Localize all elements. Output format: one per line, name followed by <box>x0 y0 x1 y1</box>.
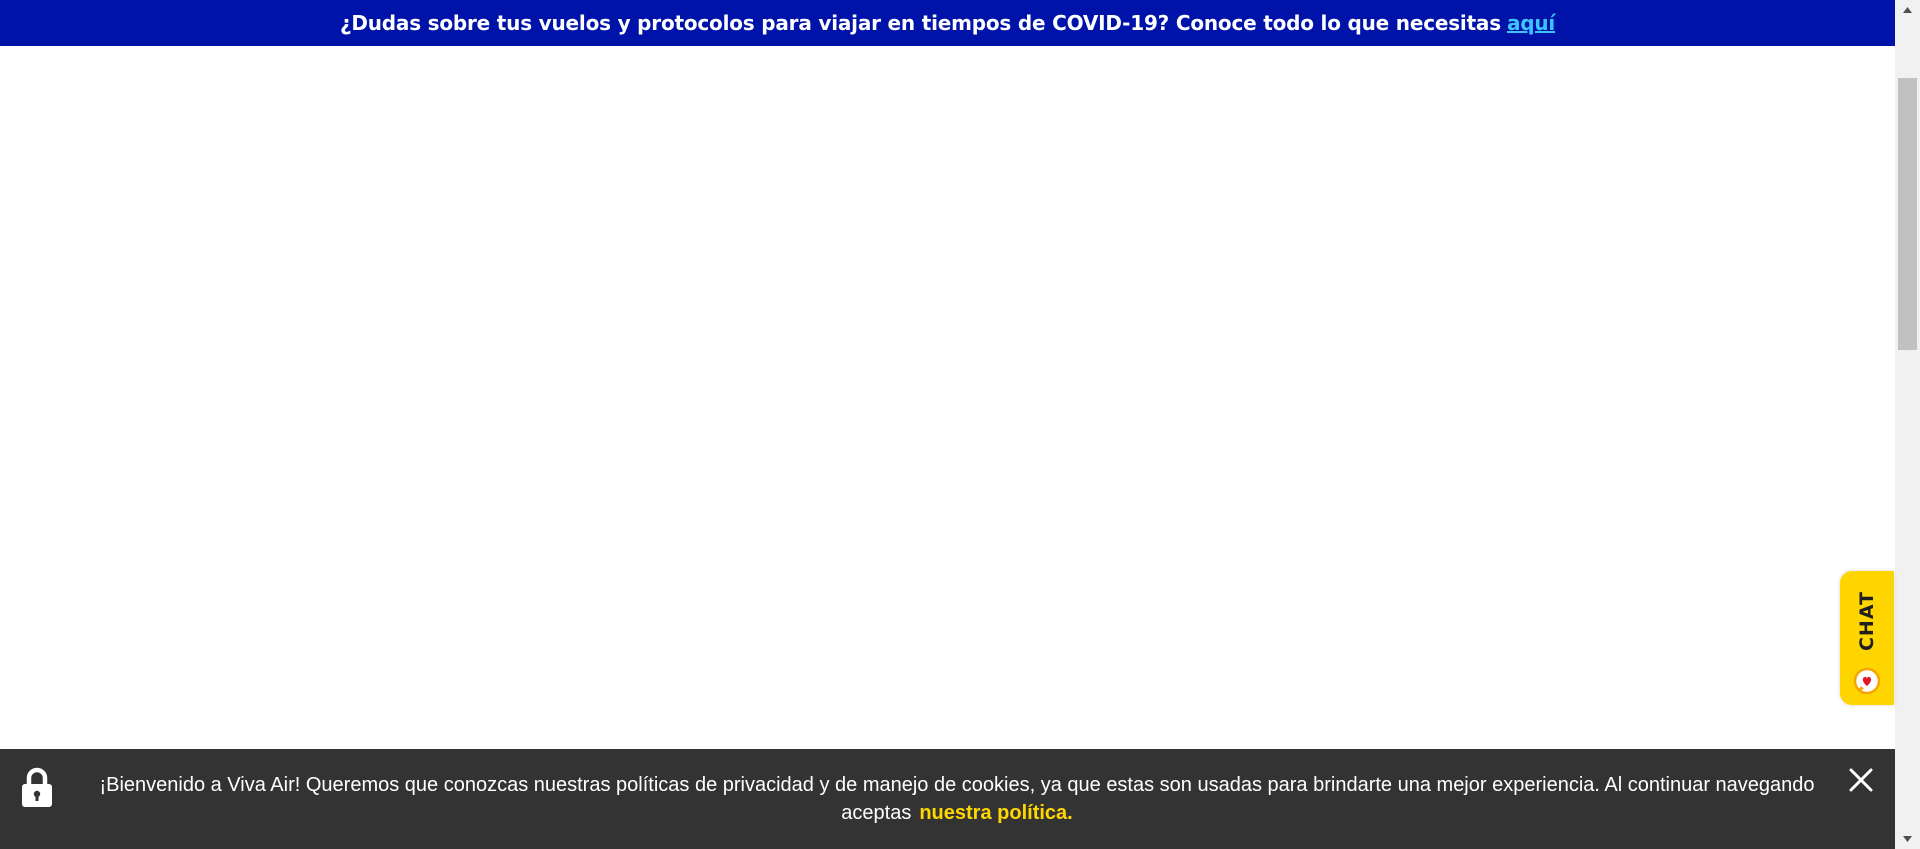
scrollbar-thumb[interactable] <box>1898 78 1917 350</box>
cookie-consent-bar: ¡Bienvenido a Viva Air! Queremos que con… <box>0 749 1895 849</box>
banner-message: ¿Dudas sobre tus vuelos y protocolos par… <box>340 11 1555 35</box>
cookie-message: ¡Bienvenido a Viva Air! Queremos que con… <box>72 771 1842 827</box>
page: ¿Dudas sobre tus vuelos y protocolos par… <box>0 0 1920 849</box>
close-icon[interactable] <box>1848 767 1874 793</box>
banner-link-aqui[interactable]: aquí <box>1507 11 1555 35</box>
chat-button[interactable]: CHAT <box>1840 571 1894 705</box>
chat-heart-icon <box>1852 666 1882 696</box>
scroll-up-arrow-icon[interactable] <box>1895 0 1920 20</box>
main-content-area <box>0 46 1895 749</box>
privacy-policy-link[interactable]: nuestra política. <box>919 802 1072 824</box>
vertical-scrollbar[interactable] <box>1895 0 1920 849</box>
scroll-down-arrow-icon[interactable] <box>1895 829 1920 849</box>
lock-icon <box>20 766 54 808</box>
banner-text: ¿Dudas sobre tus vuelos y protocolos par… <box>339 11 1501 35</box>
chat-label: CHAT <box>1856 590 1878 652</box>
covid-info-banner: ¿Dudas sobre tus vuelos y protocolos par… <box>0 0 1895 46</box>
